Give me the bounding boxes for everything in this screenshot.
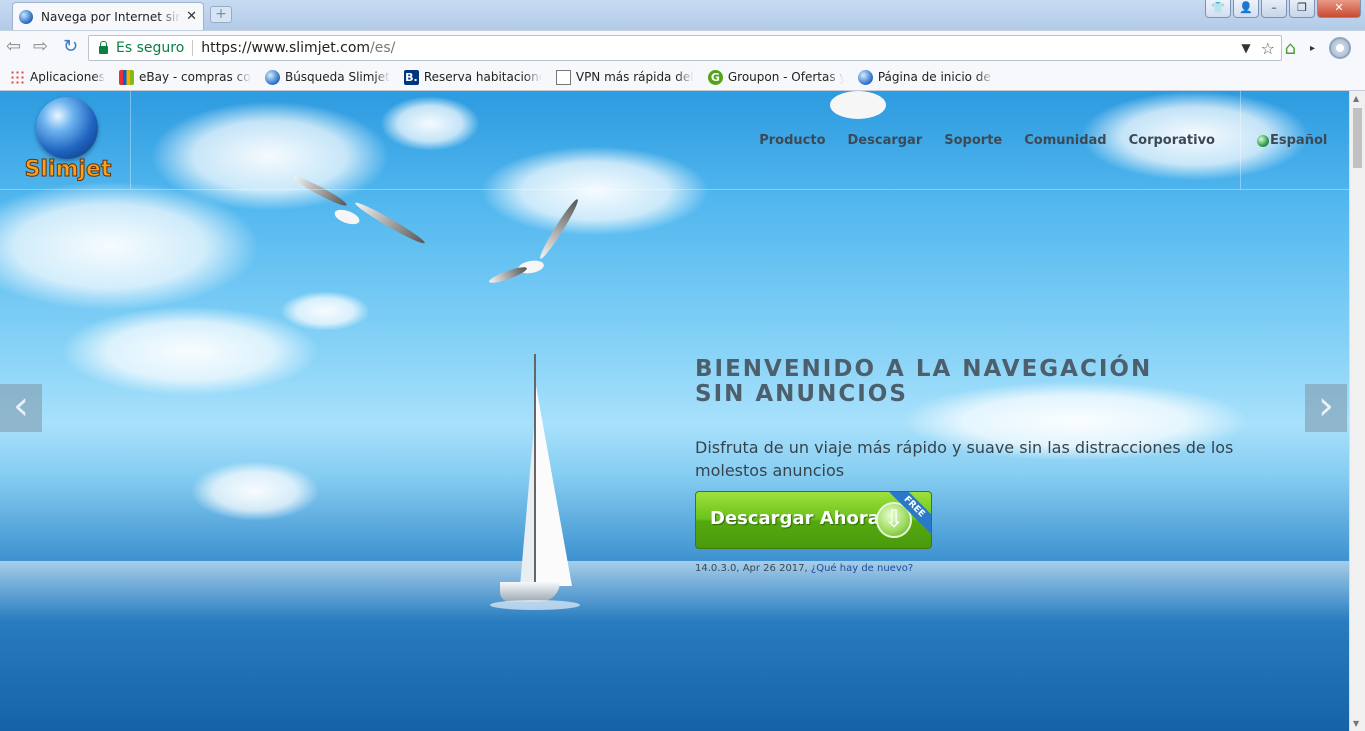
download-label: Descargar Ahora: [710, 508, 880, 529]
groupon-icon: G: [707, 69, 723, 85]
dropdown-arrow-icon[interactable]: ▼: [1241, 41, 1250, 55]
shirt-icon[interactable]: 👕: [1205, 0, 1231, 18]
cloud: [190, 461, 320, 521]
cloud: [380, 96, 480, 151]
cloud: [480, 146, 710, 236]
sea-horizon: [0, 561, 1349, 621]
bookmark-label: VPN más rápida del m: [575, 70, 694, 84]
forward-icon[interactable]: ⇨: [33, 37, 48, 57]
language-label: Español: [1270, 133, 1328, 148]
scroll-down-icon[interactable]: ▼: [1353, 719, 1359, 728]
main-nav: Producto Descargar Soporte Comunidad Cor…: [759, 133, 1215, 148]
slimjet-globe-icon: [264, 69, 280, 85]
bookmark-label: Aplicaciones: [30, 70, 105, 84]
maximize-button[interactable]: ❐: [1289, 0, 1315, 18]
address-bar[interactable]: Es seguro https://www.slimjet.com /es/ ▼…: [88, 35, 1282, 61]
slimjet-globe-icon: [19, 9, 33, 24]
nav-producto[interactable]: Producto: [759, 133, 825, 148]
bookmark-vpn[interactable]: VPN más rápida del m: [555, 69, 694, 85]
cloud: [280, 291, 370, 331]
reload-icon[interactable]: ↻: [63, 37, 78, 57]
version-info: 14.0.3.0, Apr 26 2017, ¿Qué hay de nuevo…: [695, 563, 913, 574]
divider: [1240, 91, 1241, 189]
nav-comunidad[interactable]: Comunidad: [1024, 133, 1106, 148]
booking-icon: B.: [403, 69, 419, 85]
bookmarks-bar: Aplicaciones eBay - compras con d Búsque…: [0, 64, 1365, 91]
scroll-up-icon[interactable]: ▲: [1353, 94, 1359, 103]
bookmark-apps[interactable]: Aplicaciones: [10, 69, 105, 85]
title-bar: Navega por Internet sin anuncios ✕ + 👕 👤…: [0, 0, 1365, 30]
logo-text: Slimjet: [24, 157, 112, 183]
slimjet-globe-icon: [857, 69, 873, 85]
bookmark-label: eBay - compras con d: [138, 70, 251, 84]
url-path: /es/: [370, 40, 396, 56]
apps-icon: [10, 69, 25, 85]
page-scrollbar[interactable]: ▲ ▼: [1349, 91, 1365, 731]
browser-tab[interactable]: Navega por Internet sin anuncios ✕: [12, 2, 204, 30]
toolbar: ⇦ ⇨ ↻ Es seguro https://www.slimjet.com …: [0, 30, 1365, 64]
hero-title-line-2: SIN ANUNCIOS: [695, 381, 908, 407]
bookmark-star-icon[interactable]: ☆: [1261, 39, 1275, 58]
secure-label: Es seguro: [116, 40, 185, 56]
user-icon[interactable]: 👤: [1233, 0, 1259, 18]
hero-subtitle: Disfruta de un viaje más rápido y suave …: [695, 438, 1234, 480]
hero-title-line-1: BIENVENIDO A LA NAVEGACIÓN: [695, 356, 1153, 382]
version-text: 14.0.3.0, Apr 26 2017,: [695, 563, 808, 574]
bookmark-slimjet-search[interactable]: Búsqueda Slimjet: [264, 69, 390, 85]
bookmark-booking[interactable]: B. Reserva habitaciones: [403, 69, 542, 85]
sailboat-image: [490, 346, 590, 616]
tab-title: Navega por Internet sin anuncios: [41, 9, 181, 24]
new-tab-button[interactable]: +: [210, 6, 232, 23]
nav-corporativo[interactable]: Corporativo: [1129, 133, 1215, 148]
web-page: Slimjet Producto Descargar Soporte Comun…: [0, 91, 1349, 731]
divider: [130, 91, 131, 189]
document-icon: [555, 69, 571, 85]
carousel-next-button[interactable]: ›: [1305, 384, 1347, 432]
whats-new-link[interactable]: ¿Qué hay de nuevo?: [811, 563, 913, 574]
ebay-icon: [118, 69, 134, 85]
bookmark-label: Búsqueda Slimjet: [284, 70, 390, 84]
settings-gear-icon[interactable]: [1329, 37, 1351, 59]
hero-title: BIENVENIDO A LA NAVEGACIÓN SIN ANUNCIOS: [695, 357, 1295, 407]
bookmark-groupon[interactable]: G Groupon - Ofertas y c: [707, 69, 844, 85]
nav-soporte[interactable]: Soporte: [944, 133, 1002, 148]
url-host: https://www.slimjet.com: [201, 40, 371, 56]
home-icon[interactable]: ⌂: [1285, 38, 1296, 59]
slimjet-logo[interactable]: Slimjet: [8, 95, 128, 187]
close-tab-icon[interactable]: ✕: [186, 9, 197, 24]
back-icon[interactable]: ⇦: [6, 37, 21, 57]
bookmark-label: Reserva habitaciones: [423, 70, 542, 84]
divider: [192, 40, 194, 56]
menu-arrow-icon[interactable]: ▸: [1310, 43, 1315, 54]
cloud: [60, 306, 320, 396]
minimize-button[interactable]: –: [1261, 0, 1287, 18]
header-divider: [0, 189, 1349, 190]
nav-descargar[interactable]: Descargar: [848, 133, 923, 148]
carousel-prev-button[interactable]: ‹: [0, 384, 42, 432]
download-now-button[interactable]: Descargar Ahora ⇩ FREE: [695, 491, 932, 549]
close-window-button[interactable]: ✕: [1317, 0, 1361, 18]
language-selector[interactable]: Español: [1257, 133, 1327, 148]
lock-icon: [99, 41, 108, 54]
bookmark-slimjet-home[interactable]: Página de inicio de Sli: [857, 69, 994, 85]
window-controls: 👕 👤 – ❐ ✕: [1205, 0, 1361, 18]
scroll-thumb[interactable]: [1353, 108, 1362, 168]
bookmark-ebay[interactable]: eBay - compras con d: [118, 69, 251, 85]
globe-icon: [1257, 134, 1269, 147]
bookmark-label: Página de inicio de Sli: [877, 70, 994, 84]
bookmark-label: Groupon - Ofertas y c: [727, 70, 844, 84]
globe-icon: [36, 97, 98, 159]
